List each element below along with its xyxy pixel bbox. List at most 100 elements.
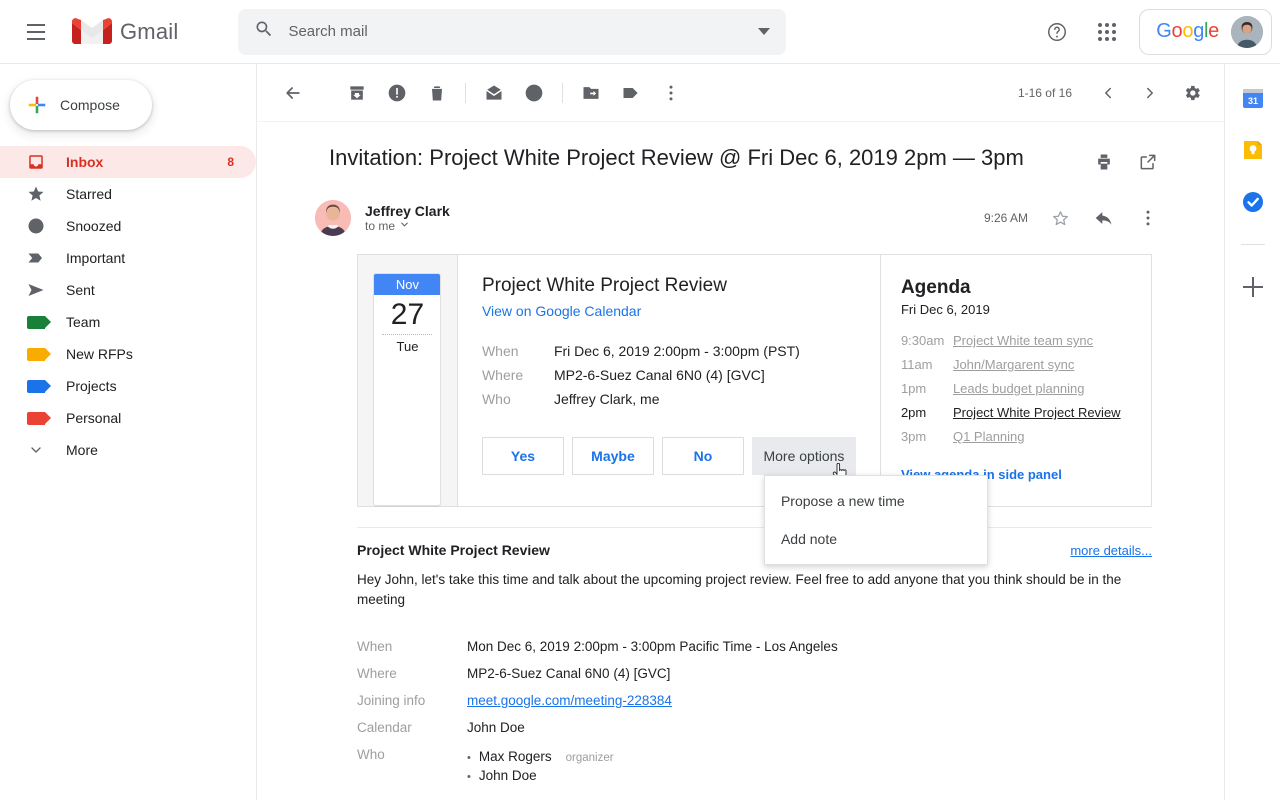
chevron-down-icon[interactable] bbox=[758, 28, 770, 35]
more-details-link[interactable]: more details... bbox=[1070, 543, 1152, 558]
attendee-row: • John Doe bbox=[467, 766, 838, 785]
details-value: MP2-6-Suez Canal 6N0 (4) [GVC] bbox=[467, 660, 838, 687]
back-arrow-icon[interactable] bbox=[273, 73, 313, 113]
more-vertical-icon[interactable] bbox=[1128, 198, 1168, 238]
agenda-item-current[interactable]: 2pm Project White Project Review bbox=[901, 405, 1131, 420]
agenda-list: 9:30am Project White team sync 11am John… bbox=[901, 333, 1131, 444]
agenda-item[interactable]: 3pm Q1 Planning bbox=[901, 429, 1131, 444]
event-field-label: Where bbox=[482, 363, 554, 387]
send-icon bbox=[26, 280, 46, 300]
sender-name: Jeffrey Clark bbox=[365, 203, 450, 219]
agenda-item-name[interactable]: Project White Project Review bbox=[953, 405, 1121, 420]
chevron-down-icon bbox=[399, 219, 410, 233]
agenda-item-name[interactable]: Project White team sync bbox=[953, 333, 1093, 348]
details-label: When bbox=[357, 633, 467, 660]
google-tasks-icon[interactable] bbox=[1241, 190, 1265, 214]
attendee-name: Max Rogers bbox=[479, 749, 552, 764]
google-calendar-icon[interactable]: 31 bbox=[1241, 86, 1265, 110]
help-icon[interactable] bbox=[1035, 10, 1079, 54]
google-account-chip[interactable]: Google bbox=[1139, 9, 1272, 55]
recipient-toggle[interactable]: to me bbox=[365, 219, 450, 233]
avatar[interactable] bbox=[315, 200, 351, 236]
sidebar-item-team[interactable]: Team bbox=[0, 306, 256, 338]
search-bar[interactable] bbox=[238, 9, 786, 55]
chevron-down-icon bbox=[26, 440, 46, 460]
sidebar-item-sent[interactable]: Sent bbox=[0, 274, 256, 306]
sidebar-item-label: Snoozed bbox=[66, 218, 256, 234]
compose-button[interactable]: Compose bbox=[10, 80, 152, 130]
more-vertical-icon[interactable] bbox=[651, 73, 691, 113]
search-input[interactable] bbox=[288, 23, 744, 40]
agenda-item[interactable]: 1pm Leads budget planning bbox=[901, 381, 1131, 396]
rsvp-no-button[interactable]: No bbox=[662, 437, 744, 475]
event-field-value: Jeffrey Clark, me bbox=[554, 387, 800, 411]
agenda-date: Fri Dec 6, 2019 bbox=[901, 302, 1131, 317]
agenda-item-name[interactable]: Leads budget planning bbox=[953, 381, 1085, 396]
google-keep-icon[interactable] bbox=[1241, 138, 1265, 162]
agenda-item[interactable]: 11am John/Margarent sync bbox=[901, 357, 1131, 372]
details-row-who: Who • Max Rogers organizer • John Doe bbox=[357, 741, 838, 791]
agenda-item[interactable]: 9:30am Project White team sync bbox=[901, 333, 1131, 348]
delete-icon[interactable] bbox=[417, 73, 457, 113]
menu-item-propose-new-time[interactable]: Propose a new time bbox=[765, 482, 987, 520]
details-value: Mon Dec 6, 2019 2:00pm - 3:00pm Pacific … bbox=[467, 633, 838, 660]
report-spam-icon[interactable] bbox=[377, 73, 417, 113]
avatar[interactable] bbox=[1231, 16, 1263, 48]
more-options-label: More options bbox=[763, 448, 844, 464]
hamburger-icon[interactable] bbox=[12, 8, 60, 56]
event-field-label: When bbox=[482, 339, 554, 363]
star-outline-icon[interactable] bbox=[1040, 198, 1080, 238]
bullet-icon: • bbox=[467, 752, 471, 764]
mark-unread-icon[interactable] bbox=[474, 73, 514, 113]
sidebar-item-label: Personal bbox=[66, 410, 256, 426]
event-field-value: MP2-6-Suez Canal 6N0 (4) [GVC] bbox=[554, 363, 800, 387]
invitation-date-panel: Nov 27 Tue bbox=[358, 255, 458, 506]
sidebar-item-starred[interactable]: Starred bbox=[0, 178, 256, 210]
invitation-card: Nov 27 Tue Project White Project Review … bbox=[357, 254, 1152, 507]
sender-row: Jeffrey Clark to me 9:26 AM bbox=[257, 192, 1224, 238]
agenda-item-time: 11am bbox=[901, 357, 953, 372]
gmail-logo[interactable]: Gmail bbox=[72, 17, 178, 47]
rsvp-maybe-button[interactable]: Maybe bbox=[572, 437, 654, 475]
plus-icon bbox=[26, 94, 48, 116]
apps-grid-icon[interactable] bbox=[1085, 10, 1129, 54]
message-scroll-area[interactable]: Invitation: Project White Project Review… bbox=[257, 122, 1224, 800]
gear-icon[interactable] bbox=[1172, 73, 1212, 113]
sidebar-item-snoozed[interactable]: Snoozed bbox=[0, 210, 256, 242]
sidebar-item-label: Starred bbox=[66, 186, 256, 202]
agenda-item-time: 9:30am bbox=[901, 333, 953, 348]
agenda-item-name[interactable]: John/Margarent sync bbox=[953, 357, 1074, 372]
sidebar-item-important[interactable]: Important bbox=[0, 242, 256, 274]
sidebar-item-personal[interactable]: Personal bbox=[0, 402, 256, 434]
meet-link[interactable]: meet.google.com/meeting-228384 bbox=[467, 693, 672, 708]
more-options-button[interactable]: More options bbox=[752, 437, 856, 475]
chevron-right-icon[interactable] bbox=[1130, 73, 1170, 113]
sidebar-item-more[interactable]: More bbox=[0, 434, 256, 466]
reply-icon[interactable] bbox=[1084, 198, 1124, 238]
important-icon bbox=[26, 248, 46, 268]
search-icon bbox=[254, 19, 274, 44]
compose-label: Compose bbox=[60, 97, 120, 113]
snooze-clock-icon[interactable] bbox=[514, 73, 554, 113]
label-icon[interactable] bbox=[611, 73, 651, 113]
message-timestamp: 9:26 AM bbox=[984, 211, 1028, 225]
rsvp-yes-button[interactable]: Yes bbox=[482, 437, 564, 475]
agenda-item-name[interactable]: Q1 Planning bbox=[953, 429, 1025, 444]
event-details-section: Project White Project Review more detail… bbox=[357, 527, 1152, 791]
menu-item-add-note[interactable]: Add note bbox=[765, 520, 987, 558]
rail-divider bbox=[1241, 244, 1265, 245]
event-details-body: Hey John, let's take this time and talk … bbox=[357, 570, 1152, 609]
plus-icon[interactable] bbox=[1241, 275, 1265, 299]
archive-icon[interactable] bbox=[337, 73, 377, 113]
sidebar-item-projects[interactable]: Projects bbox=[0, 370, 256, 402]
details-label: Joining info bbox=[357, 687, 467, 714]
rsvp-buttons: Yes Maybe No More options bbox=[482, 437, 856, 475]
view-on-google-calendar-link[interactable]: View on Google Calendar bbox=[482, 303, 641, 319]
chevron-left-icon[interactable] bbox=[1088, 73, 1128, 113]
move-to-folder-icon[interactable] bbox=[571, 73, 611, 113]
open-in-new-icon[interactable] bbox=[1128, 142, 1168, 182]
sidebar-item-inbox[interactable]: Inbox 8 bbox=[0, 146, 256, 178]
print-icon[interactable] bbox=[1084, 142, 1124, 182]
sidebar-item-new-rfps[interactable]: New RFPs bbox=[0, 338, 256, 370]
invitation-body: Project White Project Review View on Goo… bbox=[458, 255, 880, 506]
